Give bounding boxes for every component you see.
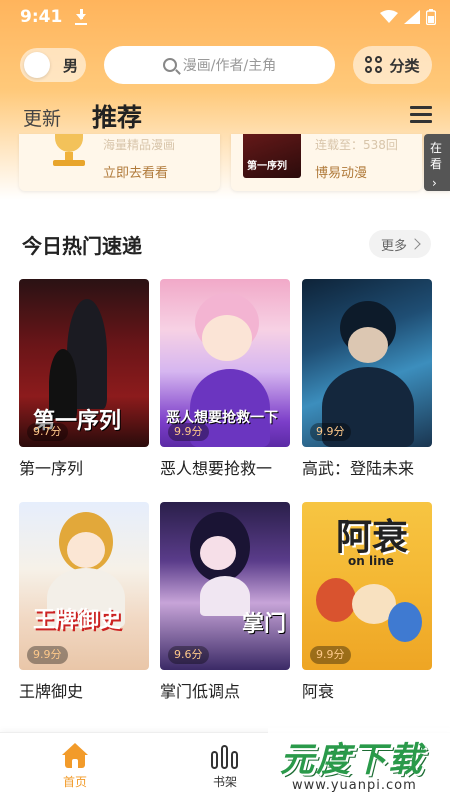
search-input[interactable]: 漫画/作者/主角 xyxy=(104,46,335,84)
comic-cover[interactable]: 王牌御史 9.9分 xyxy=(19,502,149,670)
banner-link[interactable]: 立即去看看 xyxy=(103,162,168,181)
more-label: 更多 xyxy=(380,238,407,254)
comic-cover[interactable]: 第一序列 9.7分 xyxy=(19,279,149,447)
nav-bookshelf-label: 书架 xyxy=(212,775,237,789)
comic-card[interactable]: 阿衰 on line 9.9分 阿衰 xyxy=(302,502,432,702)
comic-cover[interactable]: 恶人想要抢救一下 9.9分 xyxy=(160,279,290,447)
banner-side-text: 在看 xyxy=(430,141,443,171)
comic-title[interactable]: 恶人想要抢救一 xyxy=(160,455,290,479)
section-title: 今日热门速递 xyxy=(22,234,142,258)
home-icon xyxy=(62,743,88,769)
nav-bookshelf[interactable]: 书架 xyxy=(195,743,255,790)
score-badge: 9.9分 xyxy=(310,646,351,664)
nav-home[interactable]: 首页 xyxy=(45,743,105,790)
cover-title-text: 王牌御史 xyxy=(33,608,122,633)
download-icon xyxy=(74,8,88,26)
banner-card[interactable]: 在看 › xyxy=(424,134,450,191)
score-badge: 9.9分 xyxy=(168,423,209,441)
search-row: 男 漫画/作者/主角 分类 xyxy=(0,46,450,84)
search-icon xyxy=(162,58,177,72)
cover-title-text: 阿衰 xyxy=(336,517,409,558)
score-badge: 9.6分 xyxy=(168,646,209,664)
comic-title[interactable]: 掌门低调点 xyxy=(160,678,290,702)
comic-title[interactable]: 王牌御史 xyxy=(19,678,149,702)
category-label: 分类 xyxy=(389,56,420,75)
status-time: 9:41 xyxy=(20,7,63,27)
banner-subtitle: 连载至：538回 xyxy=(315,138,398,152)
comic-title[interactable]: 第一序列 xyxy=(19,455,149,479)
banner-cover-text: 第一序列 xyxy=(247,161,287,172)
cover-subtitle-text: on line xyxy=(348,554,394,568)
comic-card[interactable]: 恶人想要抢救一下 9.9分 恶人想要抢救一 xyxy=(160,279,290,479)
signal-icon xyxy=(404,10,420,24)
banner-cover-image: 第一序列 xyxy=(243,134,301,178)
banner-link[interactable]: 博易动漫 xyxy=(315,162,367,181)
watermark-logo-text: 元度下载 xyxy=(280,740,424,780)
comic-cover[interactable]: 9.9分 xyxy=(302,279,432,447)
status-bar: 9:41 xyxy=(0,0,450,34)
tab-update[interactable]: 更新 xyxy=(23,104,61,131)
nav-home-label: 首页 xyxy=(62,775,87,789)
category-grid-icon xyxy=(365,56,383,74)
comic-card[interactable]: 掌门 9.6分 掌门低调点 xyxy=(160,502,290,702)
score-badge: 9.7分 xyxy=(27,423,68,441)
bookshelf-icon xyxy=(211,743,239,769)
comic-card[interactable]: 王牌御史 9.9分 王牌御史 xyxy=(19,502,149,702)
toggle-knob xyxy=(24,52,50,78)
category-button[interactable]: 分类 xyxy=(353,46,432,84)
score-badge: 9.9分 xyxy=(310,423,351,441)
score-badge: 9.9分 xyxy=(27,646,68,664)
banner-card[interactable]: 海量精品漫画 立即去看看 xyxy=(19,134,220,191)
watermark-url: www.yuanpi.com xyxy=(292,778,417,793)
more-button[interactable]: 更多 xyxy=(369,230,431,258)
gender-label: 男 xyxy=(62,56,78,75)
search-placeholder: 漫画/作者/主角 xyxy=(182,58,277,74)
comic-cover[interactable]: 掌门 9.6分 xyxy=(160,502,290,670)
watermark: 元度下载 www.yuanpi.com xyxy=(268,728,450,800)
menu-icon[interactable] xyxy=(410,106,432,124)
cover-title-text: 掌门 xyxy=(242,612,287,637)
comic-title[interactable]: 阿衰 xyxy=(302,678,432,702)
comic-title[interactable]: 高武：登陆未来 xyxy=(302,455,432,479)
wifi-icon xyxy=(380,10,398,23)
chevron-right-icon xyxy=(409,238,421,250)
gender-toggle[interactable]: 男 xyxy=(20,48,86,82)
comic-card[interactable]: 9.9分 高武：登陆未来 xyxy=(302,279,432,479)
chevron-right-icon: › xyxy=(432,176,437,190)
comic-cover[interactable]: 阿衰 on line 9.9分 xyxy=(302,502,432,670)
battery-icon xyxy=(426,9,436,25)
banner-card[interactable]: 第一序列 连载至：538回 博易动漫 xyxy=(231,134,422,191)
tab-recommend[interactable]: 推荐 xyxy=(92,98,142,134)
trophy-icon xyxy=(41,134,97,170)
banner-subtitle: 海量精品漫画 xyxy=(103,138,176,152)
comic-card[interactable]: 第一序列 9.7分 第一序列 xyxy=(19,279,149,479)
